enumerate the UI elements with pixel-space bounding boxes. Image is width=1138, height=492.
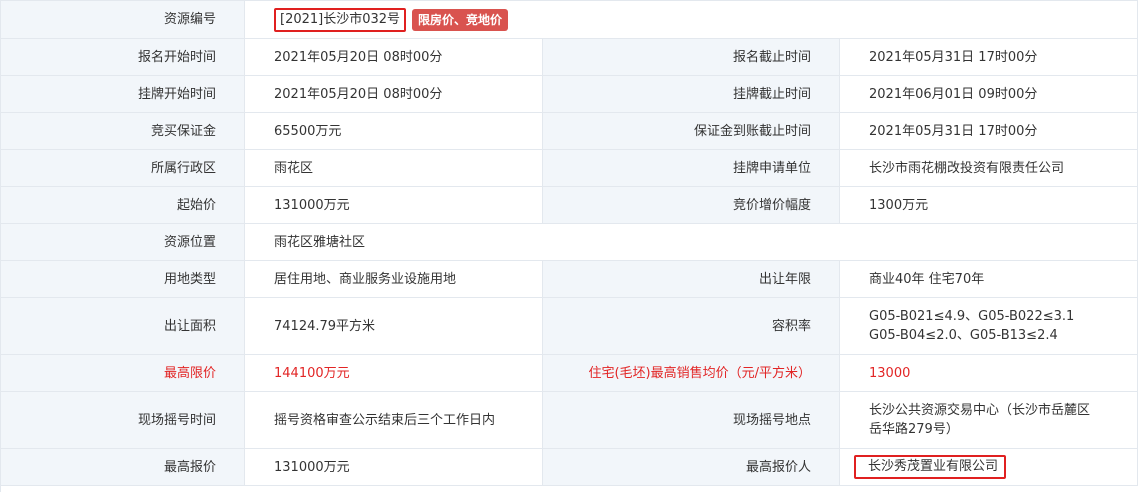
label-deposit: 竞买保证金 — [1, 113, 245, 149]
label-max-limit: 最高限价 — [1, 355, 245, 391]
label-resource-no: 资源编号 — [1, 1, 245, 38]
land-resource-table: 资源编号 [2021]长沙市032号 限房价、竞地价 报名开始时间 2021年0… — [0, 0, 1138, 492]
value-lottery-place: 长沙公共资源交易中心（长沙市岳麓区 岳华路279号） — [840, 392, 1138, 448]
value-top-bid: 131000万元 — [245, 449, 543, 485]
row-land-use: 用地类型 居住用地、商业服务业设施用地 出让年限 商业40年 住宅70年 — [1, 261, 1138, 298]
value-listing-start: 2021年05月20日 08时00分 — [245, 76, 543, 112]
plot-ratio-line-1: G05-B021≤4.9、G05-B022≤3.1 — [869, 309, 1075, 324]
value-applicant: 长沙市雨花棚改投资有限责任公司 — [840, 150, 1138, 186]
value-term: 商业40年 住宅70年 — [840, 261, 1138, 297]
label-lottery-place: 现场摇号地点 — [543, 392, 840, 448]
lottery-place-line-1: 长沙公共资源交易中心（长沙市岳麓区 — [869, 403, 1091, 418]
value-land-use: 居住用地、商业服务业设施用地 — [245, 261, 543, 297]
label-max-avg-price: 住宅(毛坯)最高销售均价（元/平方米） — [543, 355, 840, 391]
label-bid-increment: 竞价增价幅度 — [543, 187, 840, 223]
row-start-price: 起始价 131000万元 竞价增价幅度 1300万元 — [1, 187, 1138, 224]
top-bidder-name: 长沙秀茂置业有限公司 — [854, 455, 1007, 479]
label-start-price: 起始价 — [1, 187, 245, 223]
row-area: 出让面积 74124.79平方米 容积率 G05-B021≤4.9、G05-B0… — [1, 298, 1138, 355]
label-location: 资源位置 — [1, 224, 245, 260]
value-max-avg-price: 13000 — [840, 355, 1138, 391]
row-top-bid: 最高报价 131000万元 最高报价人 长沙秀茂置业有限公司 — [1, 449, 1138, 486]
value-location: 雨花区雅塘社区 — [245, 224, 1138, 260]
value-deposit: 65500万元 — [245, 113, 543, 149]
value-area: 74124.79平方米 — [245, 298, 543, 354]
value-registration-end: 2021年05月31日 17时00分 — [840, 39, 1138, 75]
label-lottery-time: 现场摇号时间 — [1, 392, 245, 448]
label-area: 出让面积 — [1, 298, 245, 354]
resource-no-value: [2021]长沙市032号 — [274, 7, 407, 32]
lottery-place-line-2: 岳华路279号） — [869, 422, 959, 437]
row-listing-start: 挂牌开始时间 2021年05月20日 08时00分 挂牌截止时间 2021年06… — [1, 76, 1138, 113]
row-lottery: 现场摇号时间 摇号资格审查公示结束后三个工作日内 现场摇号地点 长沙公共资源交易… — [1, 392, 1138, 449]
label-top-bid: 最高报价 — [1, 449, 245, 485]
label-plot-ratio: 容积率 — [543, 298, 840, 354]
label-registration-end: 报名截止时间 — [543, 39, 840, 75]
value-listing-end: 2021年06月01日 09时00分 — [840, 76, 1138, 112]
label-registration-start: 报名开始时间 — [1, 39, 245, 75]
label-term: 出让年限 — [543, 261, 840, 297]
row-location: 资源位置 雨花区雅塘社区 — [1, 224, 1138, 261]
row-max-limit: 最高限价 144100万元 住宅(毛坯)最高销售均价（元/平方米） 13000 — [1, 355, 1138, 392]
label-deposit-deadline: 保证金到账截止时间 — [543, 113, 840, 149]
label-top-bidder: 最高报价人 — [543, 449, 840, 485]
label-listing-end: 挂牌截止时间 — [543, 76, 840, 112]
label-district: 所属行政区 — [1, 150, 245, 186]
value-top-bidder-cell: 长沙秀茂置业有限公司 — [840, 449, 1138, 485]
label-land-use: 用地类型 — [1, 261, 245, 297]
value-resource-no-cell: [2021]长沙市032号 限房价、竞地价 — [245, 1, 1138, 38]
row-district: 所属行政区 雨花区 挂牌申请单位 长沙市雨花棚改投资有限责任公司 — [1, 150, 1138, 187]
value-start-price: 131000万元 — [245, 187, 543, 223]
row-deposit: 竞买保证金 65500万元 保证金到账截止时间 2021年05月31日 17时0… — [1, 113, 1138, 150]
label-applicant: 挂牌申请单位 — [543, 150, 840, 186]
row-resource-no: 资源编号 [2021]长沙市032号 限房价、竞地价 — [1, 1, 1138, 39]
value-plot-ratio: G05-B021≤4.9、G05-B022≤3.1 G05-B04≤2.0、G0… — [840, 298, 1138, 354]
value-deposit-deadline: 2021年05月31日 17时00分 — [840, 113, 1138, 149]
value-bid-increment: 1300万元 — [840, 187, 1138, 223]
plot-ratio-line-2: G05-B04≤2.0、G05-B13≤2.4 — [869, 328, 1058, 343]
value-max-limit: 144100万元 — [245, 355, 543, 391]
label-listing-start: 挂牌开始时间 — [1, 76, 245, 112]
value-lottery-time: 摇号资格审查公示结束后三个工作日内 — [245, 392, 543, 448]
row-registration-start: 报名开始时间 2021年05月20日 08时00分 报名截止时间 2021年05… — [1, 39, 1138, 76]
value-registration-start: 2021年05月20日 08时00分 — [245, 39, 543, 75]
restriction-badge: 限房价、竞地价 — [412, 8, 509, 31]
value-district: 雨花区 — [245, 150, 543, 186]
